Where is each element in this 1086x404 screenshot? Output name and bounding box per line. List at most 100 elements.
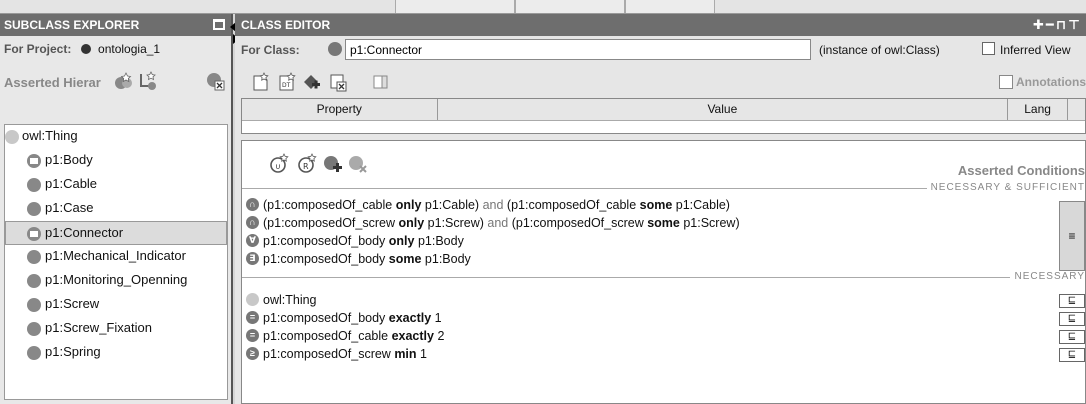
- condition-keyword: only: [398, 216, 425, 230]
- condition-text: p1:Cable): [672, 198, 730, 212]
- class-label: For Class:: [241, 43, 300, 57]
- tree-item-case[interactable]: p1:Case: [5, 197, 227, 221]
- panel-title: SUBCLASS EXPLORER: [4, 18, 140, 32]
- condition-row[interactable]: owl:Thing: [246, 292, 317, 309]
- create-sibling-icon[interactable]: [137, 71, 157, 91]
- condition-text: p1:Cable): [421, 198, 483, 212]
- instance-of-text: (instance of owl:Class): [819, 43, 940, 57]
- add-icon[interactable]: ✚: [1033, 17, 1046, 32]
- class-icon: [27, 274, 41, 288]
- condition-text: p1:Body: [414, 234, 464, 248]
- close-icon[interactable]: ⊤: [1068, 17, 1082, 32]
- create-annotation-icon[interactable]: [251, 72, 271, 92]
- create-subclass-icon[interactable]: [113, 71, 133, 91]
- condition-text: 1: [416, 347, 427, 361]
- annotations-link[interactable]: Annotations: [999, 75, 1086, 89]
- maximize-icon[interactable]: [213, 19, 225, 30]
- condition-keyword: min: [394, 347, 417, 361]
- lang-column-header[interactable]: Lang: [1008, 99, 1069, 120]
- necessary-label: NECESSARY: [1010, 271, 1085, 282]
- prose-view-icon[interactable]: [371, 72, 391, 92]
- asserted-conditions-title: Asserted Conditions: [957, 163, 1085, 178]
- delete-class-icon[interactable]: [205, 71, 225, 91]
- equivalent-class-button[interactable]: ≡: [1059, 201, 1085, 271]
- inferred-view-checkbox[interactable]: [982, 42, 995, 55]
- header-window-controls: ✚━⊓⊤: [1033, 14, 1082, 36]
- extra-column-header: [1068, 99, 1085, 120]
- necessary-sufficient-label: NECESSARY & SUFFICIENT: [926, 182, 1085, 193]
- divider-rule: [242, 277, 1085, 278]
- tree-item-label: p1:Case: [45, 200, 94, 215]
- tree-item-label: owl:Thing: [22, 128, 78, 143]
- condition-operator: and: [482, 198, 504, 212]
- annotations-label: Annotations: [1016, 75, 1086, 89]
- thing-icon: [246, 293, 259, 306]
- tree-item-body[interactable]: p1:Body: [5, 149, 227, 173]
- tree-item-spring[interactable]: p1:Spring: [5, 341, 227, 365]
- tree-item-monitoring-openning[interactable]: p1:Monitoring_Openning: [5, 269, 227, 293]
- remove-condition-icon[interactable]: [347, 153, 369, 175]
- hierarchy-label: Asserted Hierar: [4, 75, 101, 90]
- intersection-icon: ∩: [246, 216, 259, 229]
- condition-text: p1:Screw): [679, 216, 740, 230]
- class-name-field[interactable]: [345, 39, 811, 60]
- add-resource-icon[interactable]: [302, 72, 322, 92]
- subclass-button[interactable]: ⊑: [1059, 312, 1085, 326]
- class-icon: [27, 250, 41, 264]
- condition-row[interactable]: = p1:composedOf_body exactly 1: [246, 310, 442, 327]
- condition-row[interactable]: ≥ p1:composedOf_screw min 1: [246, 346, 427, 363]
- condition-text: p1:composedOf_body: [263, 311, 389, 325]
- create-restriction-icon[interactable]: R: [296, 153, 318, 175]
- tab-stub[interactable]: [515, 0, 625, 13]
- tree-item-label: p1:Screw: [45, 296, 100, 311]
- asserted-conditions-panel: ∪ R Asserted Conditions NECESSARY & SUFF…: [241, 140, 1086, 404]
- project-label: For Project:: [4, 42, 72, 56]
- tree-item-screw-fixation[interactable]: p1:Screw_Fixation: [5, 317, 227, 341]
- subclass-button[interactable]: ⊑: [1059, 348, 1085, 362]
- condition-text: owl:Thing: [263, 293, 317, 307]
- tab-stub[interactable]: [395, 0, 515, 13]
- condition-row[interactable]: ∩ (p1:composedOf_cable only p1:Cable) and…: [246, 197, 730, 214]
- tab-stub[interactable]: [625, 0, 715, 13]
- condition-row[interactable]: ∃ p1:composedOf_body some p1:Body: [246, 251, 471, 268]
- class-icon: [27, 298, 41, 312]
- panel-title: CLASS EDITOR: [241, 18, 331, 32]
- condition-text: p1:composedOf_cable: [263, 329, 392, 343]
- condition-keyword: exactly: [388, 311, 432, 325]
- minimize-icon[interactable]: ━: [1046, 17, 1056, 32]
- tree-item-label: p1:Body: [45, 152, 93, 167]
- tree-item-mechanical-indicator[interactable]: p1:Mechanical_Indicator: [5, 245, 227, 269]
- condition-text: (p1:composedOf_screw: [508, 216, 648, 230]
- necessary-sufficient-divider: NECESSARY & SUFFICIENT: [242, 182, 1085, 193]
- necessary-divider: NECESSARY: [242, 271, 1085, 282]
- equivalent-class-icon: [27, 227, 41, 241]
- condition-text: 1: [431, 311, 442, 325]
- add-named-class-icon[interactable]: [322, 153, 344, 175]
- property-column-header[interactable]: Property: [242, 99, 438, 120]
- tree-item-screw[interactable]: p1:Screw: [5, 293, 227, 317]
- condition-row[interactable]: = p1:composedOf_cable exactly 2: [246, 328, 444, 345]
- restore-icon[interactable]: ⊓: [1056, 17, 1068, 32]
- condition-row[interactable]: ∩ (p1:composedOf_screw only p1:Screw) and…: [246, 215, 740, 232]
- subclass-button[interactable]: ⊑: [1059, 294, 1085, 308]
- tree-item-label: p1:Connector: [45, 225, 124, 240]
- tree-item-cable[interactable]: p1:Cable: [5, 173, 227, 197]
- intersection-icon: ∩: [246, 198, 259, 211]
- create-named-class-icon[interactable]: ∪: [268, 153, 290, 175]
- tree-item-owl-thing[interactable]: owl:Thing: [5, 125, 227, 149]
- subclass-button[interactable]: ⊑: [1059, 330, 1085, 344]
- tree-item-label: p1:Screw_Fixation: [45, 320, 152, 335]
- tree-item-connector[interactable]: p1:Connector: [5, 221, 227, 245]
- hierarchy-toolbar: Asserted Hierar: [0, 62, 231, 98]
- condition-text: (p1:composedOf_screw: [263, 216, 399, 230]
- project-name: ontologia_1: [98, 42, 161, 56]
- condition-text: p1:composedOf_body: [263, 234, 389, 248]
- value-column-header[interactable]: Value: [437, 99, 1009, 120]
- condition-text: p1:Screw): [424, 216, 488, 230]
- condition-keyword: only: [395, 198, 422, 212]
- create-datatype-annotation-icon[interactable]: DT: [277, 72, 297, 92]
- project-icon: [80, 44, 91, 54]
- condition-keyword: only: [388, 234, 415, 248]
- condition-row[interactable]: ∀ p1:composedOf_body only p1:Body: [246, 233, 464, 250]
- delete-annotation-icon[interactable]: [328, 72, 348, 92]
